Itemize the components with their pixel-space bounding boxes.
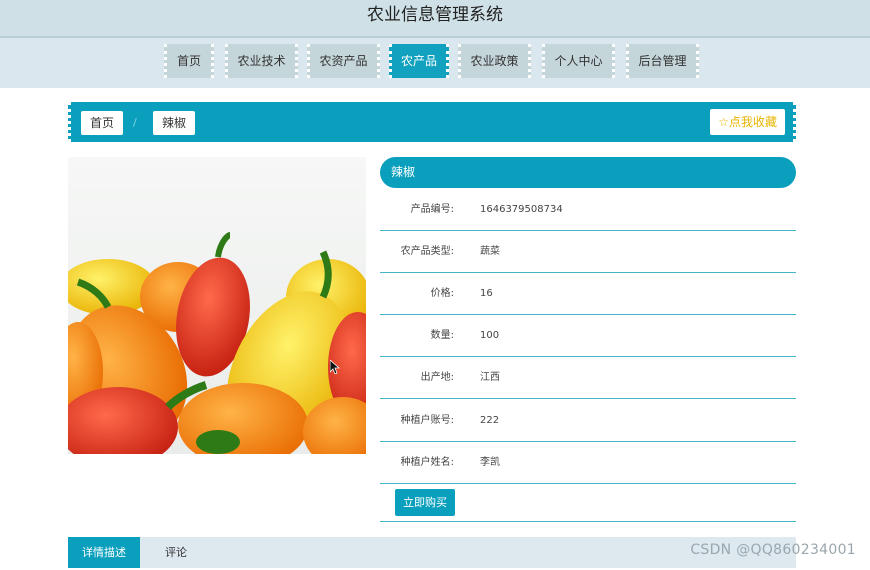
favorite-button[interactable]: ☆点我收藏 [710, 109, 785, 135]
field-row: 种植户账号: 222 [380, 400, 796, 442]
nav-item-user-center[interactable]: 个人中心 [542, 44, 615, 78]
field-label: 农产品类型: [400, 246, 454, 257]
field-label: 种植户账号: [400, 415, 454, 426]
nav-item-agri-supplies[interactable]: 农资产品 [307, 44, 380, 78]
pepper-image [68, 157, 366, 454]
buy-row: 立即购买 [380, 484, 796, 522]
field-label: 出产地: [420, 372, 454, 383]
field-row: 数量: 100 [380, 315, 796, 357]
breadcrumb-separator: / [133, 116, 137, 129]
nav-item-home[interactable]: 首页 [164, 44, 214, 78]
app-title: 农业信息管理系统 [0, 0, 870, 38]
field-row: 农产品类型: 蔬菜 [380, 231, 796, 273]
field-label: 数量: [430, 330, 454, 341]
breadcrumb: 首页 / 辣椒 ☆点我收藏 [68, 102, 796, 142]
field-label: 价格: [430, 288, 454, 299]
field-label: 产品编号: [410, 204, 454, 215]
field-row: 产品编号: 1646379508734 [380, 189, 796, 231]
main-nav: 首页 农业技术 农资产品 农产品 农业政策 个人中心 后台管理 [0, 38, 870, 88]
field-value: 222 [480, 415, 500, 426]
detail-tabs: 详情描述 评论 [68, 537, 796, 568]
breadcrumb-home[interactable]: 首页 [81, 111, 124, 135]
nav-item-agri-products[interactable]: 农产品 [389, 44, 449, 78]
breadcrumb-current[interactable]: 辣椒 [153, 111, 196, 135]
field-value: 16 [480, 288, 493, 299]
watermark: CSDN @QQ860234001 [690, 542, 856, 558]
nav-item-admin[interactable]: 后台管理 [626, 44, 699, 78]
field-row: 出产地: 江西 [380, 357, 796, 399]
field-row: 种植户姓名: 李凯 [380, 442, 796, 484]
product-title: 辣椒 [380, 157, 796, 188]
nav-item-agri-tech[interactable]: 农业技术 [225, 44, 298, 78]
field-value: 李凯 [480, 457, 500, 468]
tab-description[interactable]: 详情描述 [68, 537, 140, 568]
buy-now-button[interactable]: 立即购买 [395, 489, 455, 516]
field-row: 价格: 16 [380, 273, 796, 315]
field-value: 江西 [480, 372, 500, 383]
nav-item-agri-policy[interactable]: 农业政策 [458, 44, 531, 78]
tab-comments[interactable]: 评论 [151, 537, 201, 568]
mouse-cursor-icon [330, 360, 340, 374]
field-value: 100 [480, 330, 500, 341]
field-value: 1646379508734 [480, 204, 563, 215]
field-value: 蔬菜 [480, 246, 500, 257]
field-label: 种植户姓名: [400, 457, 454, 468]
